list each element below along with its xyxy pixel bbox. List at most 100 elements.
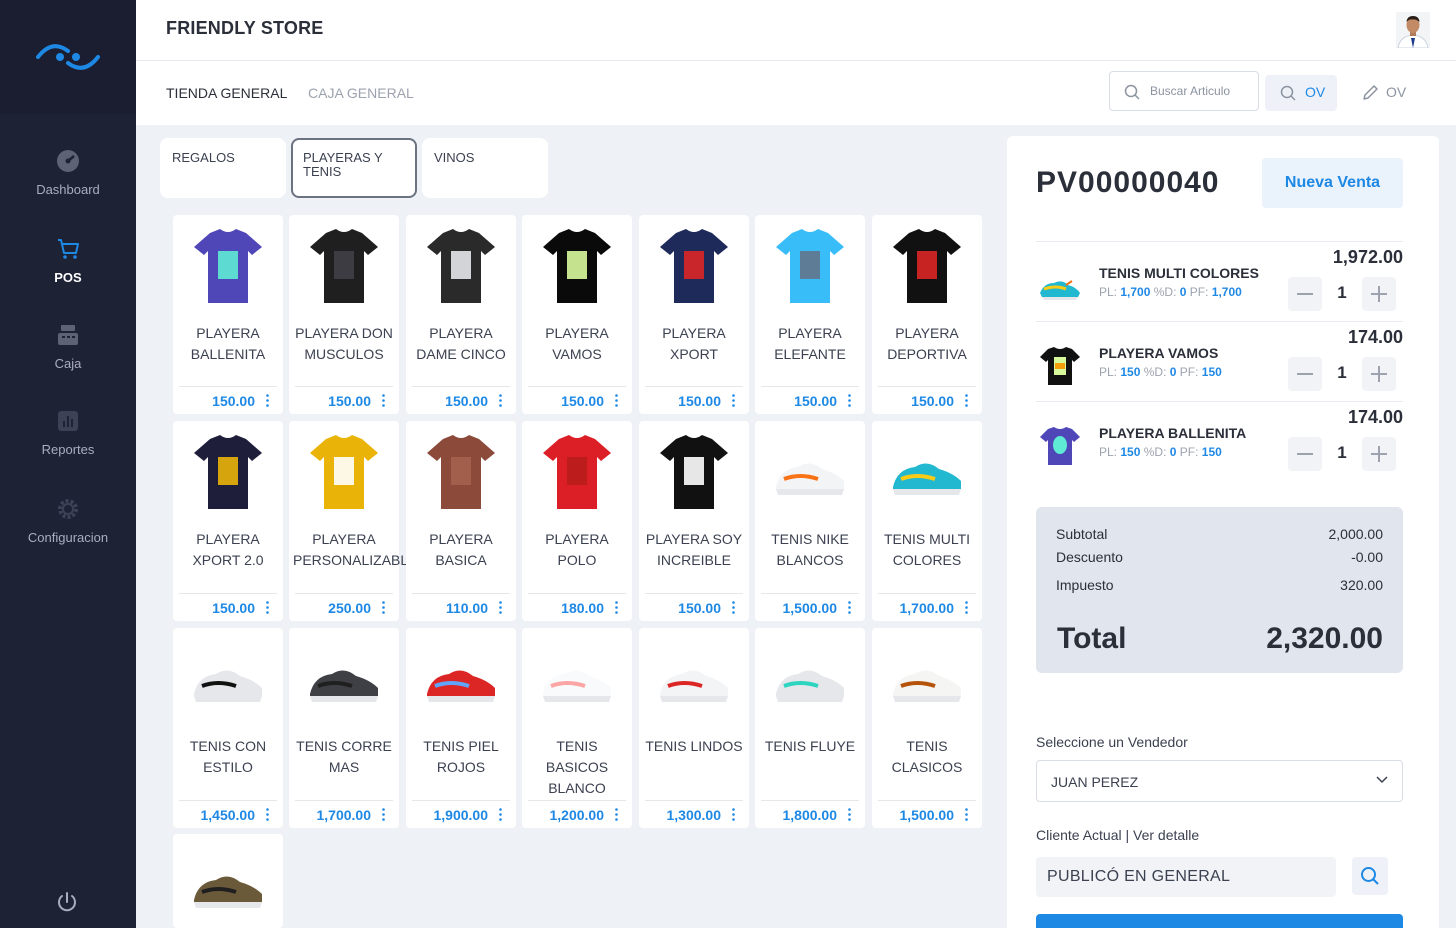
product-name: TENIS NIKE BLANCOS xyxy=(771,531,849,568)
product-card[interactable]: PLAYERA ELEFANTE 150.00 xyxy=(755,215,865,414)
cart-item-name: PLAYERA VAMOS xyxy=(1099,345,1219,361)
power-icon[interactable] xyxy=(55,890,79,914)
search-icon xyxy=(1124,84,1140,100)
more-options-icon[interactable] xyxy=(382,601,385,614)
more-options-icon[interactable] xyxy=(266,601,269,614)
more-options-icon[interactable] xyxy=(615,808,618,821)
product-card[interactable]: TENIS PIEL ROJOS 1,900.00 xyxy=(406,628,516,828)
product-price: 150.00 xyxy=(328,393,371,409)
more-options-icon[interactable] xyxy=(965,601,968,614)
product-card[interactable]: PLAYERA BASICA 110.00 xyxy=(406,421,516,621)
product-card[interactable]: PLAYERA XPORT 2.0 150.00 xyxy=(173,421,283,621)
breadcrumb-store[interactable]: TIENDA GENERAL xyxy=(166,85,287,101)
qty-increase-button[interactable] xyxy=(1362,277,1396,311)
sidebar-item-caja[interactable]: Caja xyxy=(0,322,136,371)
product-card[interactable]: TENIS CLASICOS 1,500.00 xyxy=(872,628,982,828)
product-card[interactable]: TENIS NIKE BLANCOS 1,500.00 xyxy=(755,421,865,621)
more-options-icon[interactable] xyxy=(615,601,618,614)
product-card[interactable]: PLAYERA DON MUSCULOS 150.00 xyxy=(289,215,399,414)
qty-value[interactable]: 1 xyxy=(1322,363,1362,383)
product-price: 150.00 xyxy=(794,393,837,409)
more-options-icon[interactable] xyxy=(499,394,502,407)
product-card[interactable]: PLAYERA PERSONALIZABLE 250.00 xyxy=(289,421,418,621)
product-card[interactable]: PLAYERA DAME CINCO 150.00 xyxy=(406,215,516,414)
client-field[interactable]: PUBLICÓ EN GENERAL xyxy=(1036,857,1336,897)
vendor-selected-value: JUAN PEREZ xyxy=(1051,774,1139,790)
qty-decrease-button[interactable] xyxy=(1288,277,1322,311)
more-options-icon[interactable] xyxy=(732,808,735,821)
product-card[interactable]: TENIS MULTI COLORES 1,700.00 xyxy=(872,421,982,621)
product-thumbnail xyxy=(1040,347,1080,385)
new-sale-button[interactable]: Nueva Venta xyxy=(1262,158,1403,208)
avatar[interactable] xyxy=(1396,12,1430,48)
sidebar: Dashboard POS Caja Reportes Configuracio… xyxy=(0,0,136,928)
more-options-icon[interactable] xyxy=(732,394,735,407)
more-options-icon[interactable] xyxy=(732,601,735,614)
breadcrumb-register[interactable]: CAJA GENERAL xyxy=(308,85,414,101)
cart-icon xyxy=(58,239,79,259)
more-options-icon[interactable] xyxy=(266,808,269,821)
product-card[interactable]: PLAYERA XPORT 150.00 xyxy=(639,215,749,414)
product-card[interactable]: TENIS FLUYE 1,800.00 xyxy=(755,628,865,828)
search-input[interactable]: Buscar Articulo xyxy=(1109,71,1259,111)
product-image xyxy=(194,876,262,908)
sidebar-item-configuracion[interactable]: Configuracion xyxy=(0,496,136,545)
product-card[interactable]: PLAYERA DEPORTIVA 150.00 xyxy=(872,215,982,414)
client-search-button[interactable] xyxy=(1352,857,1388,895)
more-options-icon[interactable] xyxy=(499,808,502,821)
product-card[interactable]: PLAYERA SOY INCREIBLE 150.00 xyxy=(639,421,749,621)
product-image xyxy=(660,435,728,509)
product-footer: 150.00 xyxy=(295,386,393,414)
sidebar-item-dashboard[interactable]: Dashboard xyxy=(0,148,136,197)
product-card[interactable]: TENIS LINDOS 1,300.00 xyxy=(639,628,749,828)
discount-row: Descuento -0.00 xyxy=(1056,549,1383,565)
product-card[interactable]: PLAYERA VAMOS 150.00 xyxy=(522,215,632,414)
product-price: 150.00 xyxy=(678,600,721,616)
product-name: TENIS CON ESTILO xyxy=(189,738,267,775)
product-footer: 1,500.00 xyxy=(878,800,976,828)
qty-increase-button[interactable] xyxy=(1362,357,1396,391)
cart-item: PLAYERA BALLENITA PL: 150 %D: 0 PF: 150 … xyxy=(1036,401,1403,481)
qty-increase-button[interactable] xyxy=(1362,437,1396,471)
sidebar-item-pos[interactable]: POS xyxy=(0,236,136,285)
qty-decrease-button[interactable] xyxy=(1288,357,1322,391)
sub-header: TIENDA GENERAL CAJA GENERAL Buscar Artic… xyxy=(136,61,1456,125)
product-card[interactable]: TENIS CORRE MAS 1,700.00 xyxy=(289,628,399,828)
more-options-icon[interactable] xyxy=(499,601,502,614)
pencil-icon xyxy=(1363,85,1378,100)
checkout-button[interactable] xyxy=(1036,914,1403,928)
cart-item-meta: PL: 1,700 %D: 0 PF: 1,700 xyxy=(1099,285,1242,299)
category-tab-playeras-y-tenis[interactable]: PLAYERAS Y TENIS xyxy=(291,138,417,198)
logo[interactable] xyxy=(0,0,136,114)
more-options-icon[interactable] xyxy=(848,808,851,821)
product-card[interactable]: TENIS CON ESTILO 1,450.00 xyxy=(173,628,283,828)
more-options-icon[interactable] xyxy=(382,394,385,407)
category-tab-vinos[interactable]: VINOS xyxy=(422,138,548,198)
more-options-icon[interactable] xyxy=(266,394,269,407)
vendor-select[interactable]: JUAN PEREZ xyxy=(1036,760,1403,802)
ov-search-button[interactable]: OV xyxy=(1265,75,1337,111)
qty-value[interactable]: 1 xyxy=(1322,283,1362,303)
product-card[interactable]: PLAYERA BALLENITA 150.00 xyxy=(173,215,283,414)
product-card[interactable]: TENIS BASICOS BLANCO 1,200.00 xyxy=(522,628,632,828)
product-price: 1,500.00 xyxy=(899,807,955,823)
product-card[interactable]: PLAYERA POLO 180.00 xyxy=(522,421,632,621)
qty-decrease-button[interactable] xyxy=(1288,437,1322,471)
product-card[interactable] xyxy=(173,834,283,928)
product-image xyxy=(660,229,728,303)
product-price: 1,700.00 xyxy=(316,807,372,823)
category-tab-regalos[interactable]: REGALOS xyxy=(160,138,286,198)
client-label[interactable]: Cliente Actual | Ver detalle xyxy=(1036,827,1199,843)
more-options-icon[interactable] xyxy=(965,394,968,407)
more-options-icon[interactable] xyxy=(848,394,851,407)
qty-value[interactable]: 1 xyxy=(1322,443,1362,463)
product-footer: 1,300.00 xyxy=(645,800,743,828)
more-options-icon[interactable] xyxy=(382,808,385,821)
more-options-icon[interactable] xyxy=(615,394,618,407)
more-options-icon[interactable] xyxy=(848,601,851,614)
more-options-icon[interactable] xyxy=(965,808,968,821)
product-footer: 1,200.00 xyxy=(528,800,626,828)
product-price: 150.00 xyxy=(445,393,488,409)
sidebar-item-reportes[interactable]: Reportes xyxy=(0,408,136,457)
ov-edit-button[interactable]: OV xyxy=(1356,75,1428,111)
